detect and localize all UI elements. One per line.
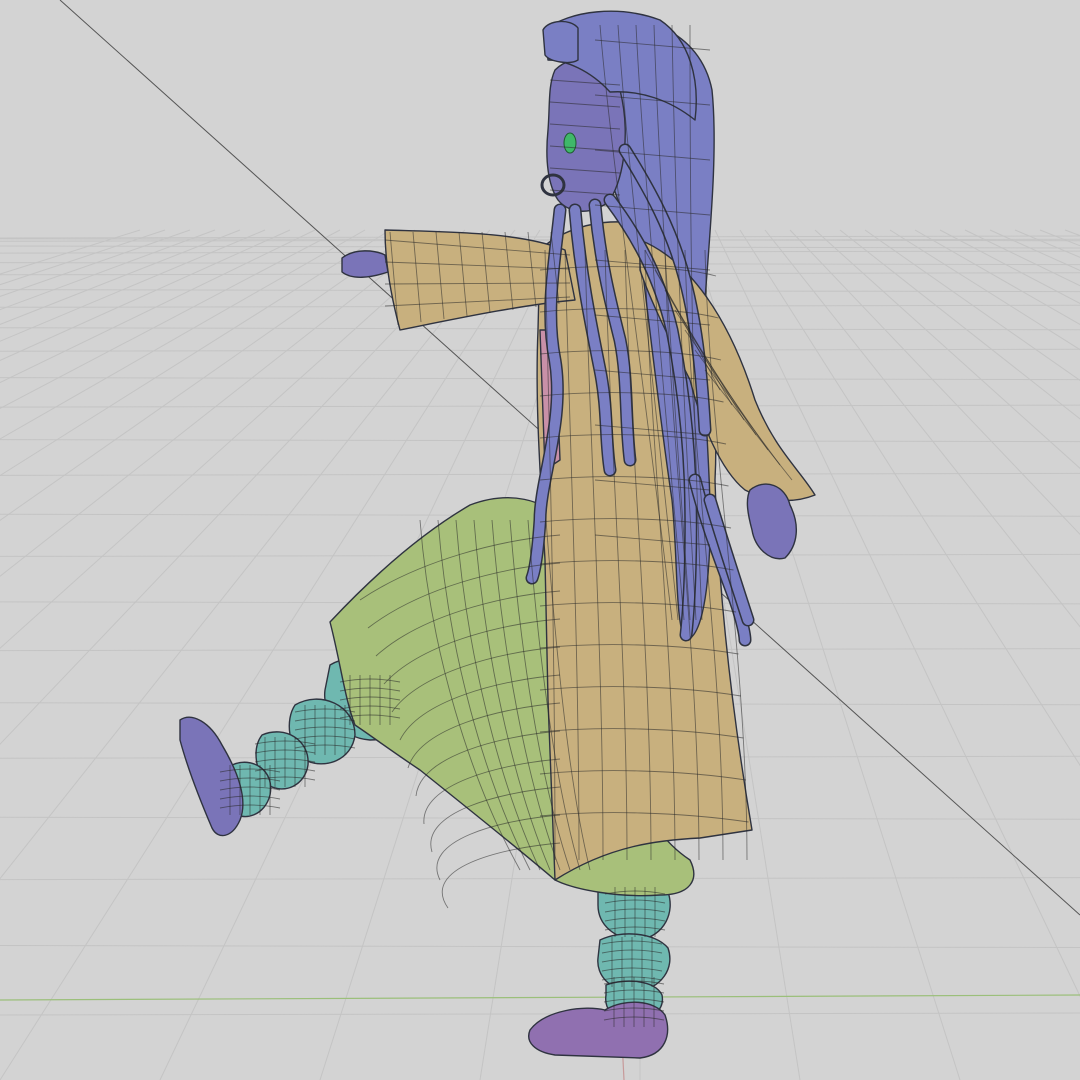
- grid-line: [814, 229, 1080, 470]
- 3d-viewport[interactable]: [0, 0, 1080, 1080]
- grid-line: [0, 229, 216, 311]
- character-model[interactable]: [179, 10, 816, 1059]
- grid-line: [0, 229, 141, 275]
- grid-line: [0, 229, 366, 440]
- eye: [563, 132, 577, 154]
- grid-line: [739, 229, 1080, 767]
- grid-line: [0, 229, 166, 286]
- viewport-canvas[interactable]: [0, 0, 1080, 1080]
- grid-line: [0, 229, 266, 342]
- grid-line: [0, 1012, 1080, 1016]
- grid-line: [0, 229, 291, 361]
- front-sandal: [528, 1001, 669, 1059]
- ground-axis-line: [0, 994, 1080, 1001]
- hair-bun: [542, 20, 579, 64]
- grid-line: [0, 877, 1080, 881]
- grid-line: [964, 229, 1080, 287]
- grid-line: [764, 229, 1080, 628]
- grid-line: [0, 235, 1080, 239]
- grid-line: [839, 229, 1080, 420]
- grid-line: [914, 229, 1080, 326]
- grid-line: [0, 229, 241, 325]
- extended-hand: [341, 250, 389, 278]
- grid-line: [864, 229, 1080, 382]
- standing-leg[interactable]: [528, 880, 671, 1059]
- grid-line: [1039, 229, 1080, 247]
- grid-line: [0, 229, 316, 384]
- grid-line: [714, 229, 1080, 998]
- grid-line: [789, 229, 1080, 536]
- grid-line: [1064, 229, 1080, 237]
- grid-line: [889, 229, 1080, 351]
- grid-line: [989, 229, 1080, 272]
- grid-line: [0, 229, 191, 297]
- grid-line: [0, 229, 391, 477]
